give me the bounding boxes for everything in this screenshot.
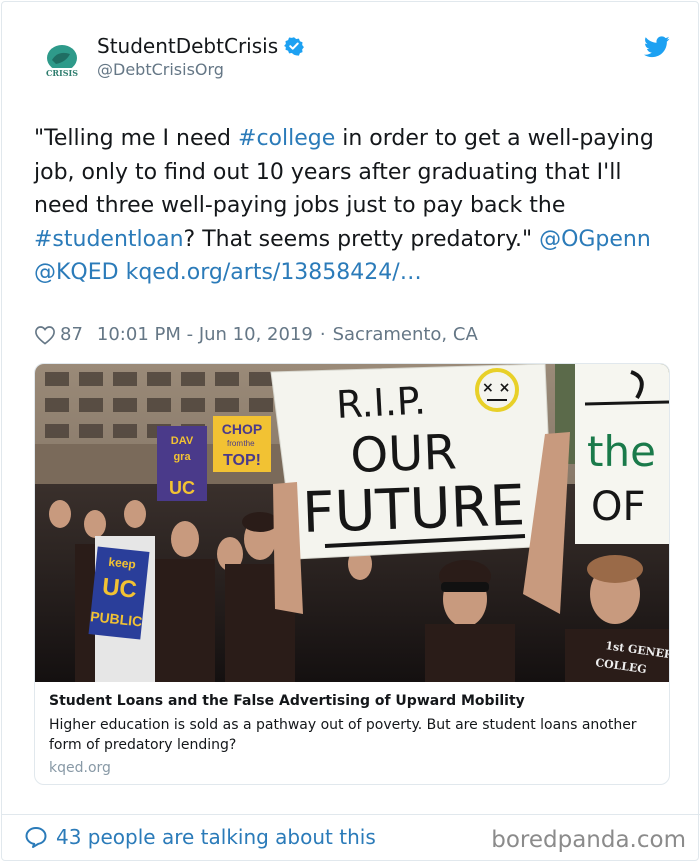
right-sign-text-1: the bbox=[587, 427, 656, 476]
tweet-link[interactable]: @KQED bbox=[34, 260, 119, 285]
tweet-link[interactable]: #college bbox=[238, 126, 335, 151]
tweet-text-segment: "Telling me I need bbox=[34, 126, 239, 151]
like-count[interactable]: 87 bbox=[60, 324, 83, 345]
tweet-link[interactable]: kqed.org/arts/13858424/… bbox=[126, 260, 422, 285]
link-preview-domain[interactable]: kqed.org bbox=[49, 760, 657, 776]
main-sign-line-1: R.I.P. bbox=[335, 378, 427, 427]
heart-outline-icon[interactable] bbox=[34, 325, 56, 345]
link-preview-title[interactable]: Student Loans and the False Advertising … bbox=[49, 693, 657, 709]
meta-separator: · bbox=[319, 324, 326, 345]
display-name[interactable]: StudentDebtCrisis bbox=[97, 34, 278, 58]
verified-badge-icon bbox=[284, 37, 305, 56]
watermark: boredpanda.com bbox=[491, 827, 686, 853]
blue-sign-text-2: UC bbox=[101, 573, 138, 603]
yellow-sign-text-3: the bbox=[243, 439, 255, 448]
yellow-sign-text-1: CHOP bbox=[222, 421, 262, 437]
tweet-link[interactable]: @OGpenn bbox=[539, 227, 651, 252]
main-sign-line-3: FUTURE bbox=[301, 473, 526, 546]
right-sign-text-2: OF bbox=[591, 484, 646, 530]
speech-bubble-icon bbox=[25, 827, 47, 848]
left-sign-text-2: gra bbox=[173, 451, 191, 463]
conversation-link[interactable]: 43 people are talking about this bbox=[24, 825, 376, 849]
main-sign-line-2: OUR bbox=[349, 424, 457, 484]
conversation-count-text[interactable]: 43 people are talking about this bbox=[56, 825, 376, 849]
yellow-sign-text-2: from bbox=[227, 439, 243, 448]
link-preview-card[interactable]: DAV gra UC CHOP from the TOP! keep UC PU… bbox=[34, 363, 670, 785]
avatar-text: CRISIS bbox=[46, 68, 78, 78]
protest-photo-illustration: DAV gra UC CHOP from the TOP! keep UC PU… bbox=[35, 364, 669, 682]
tweet-text-segment bbox=[119, 260, 126, 285]
blue-sign-text-1: keep bbox=[108, 555, 137, 572]
tweet-text: "Telling me I need #college in order to … bbox=[34, 122, 674, 290]
left-sign-text-1: DAV bbox=[171, 435, 194, 447]
tweet-footer: 43 people are talking about this boredpa… bbox=[2, 814, 700, 862]
tweet-card: CRISIS StudentDebtCrisis @DebtCrisisOrg … bbox=[1, 1, 700, 862]
protest-photo[interactable]: DAV gra UC CHOP from the TOP! keep UC PU… bbox=[35, 364, 669, 682]
tweet-text-segment: ? That seems pretty predatory." bbox=[183, 226, 540, 252]
link-preview-body[interactable]: Student Loans and the False Advertising … bbox=[35, 682, 669, 784]
user-handle[interactable]: @DebtCrisisOrg bbox=[97, 60, 224, 79]
tweet-link[interactable]: #studentloan bbox=[34, 227, 184, 252]
twitter-bird-icon[interactable] bbox=[644, 36, 670, 58]
yellow-sign-text-4: TOP! bbox=[223, 452, 261, 469]
avatar-logo-icon: CRISIS bbox=[38, 38, 86, 86]
sign-face-eyes: × × bbox=[482, 380, 510, 396]
user-name-row[interactable]: StudentDebtCrisis bbox=[97, 34, 305, 58]
timestamp[interactable]: 10:01 PM - Jun 10, 2019 bbox=[97, 324, 313, 345]
location[interactable]: Sacramento, CA bbox=[333, 324, 478, 345]
tweet-meta: 87 10:01 PM - Jun 10, 2019 · Sacramento,… bbox=[34, 324, 478, 345]
link-preview-description: Higher education is sold as a pathway ou… bbox=[49, 717, 637, 753]
avatar[interactable]: CRISIS bbox=[38, 38, 86, 86]
left-sign-text-3: UC bbox=[169, 478, 195, 498]
